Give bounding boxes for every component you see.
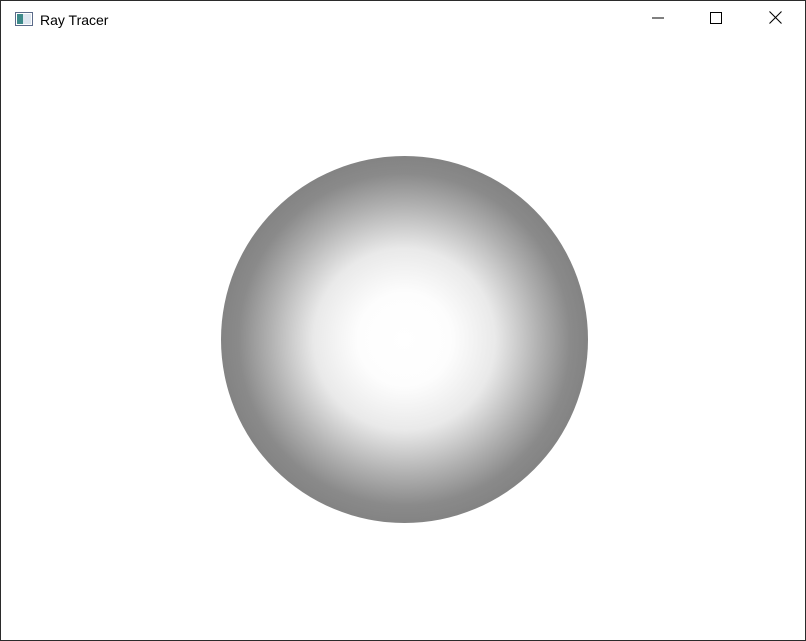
app-icon xyxy=(15,12,33,26)
render-canvas xyxy=(1,39,805,640)
maximize-button[interactable] xyxy=(687,1,745,39)
minimize-button[interactable] xyxy=(629,1,687,39)
close-icon xyxy=(768,11,782,29)
window-title: Ray Tracer xyxy=(40,12,109,28)
minimize-icon xyxy=(652,11,664,29)
close-button[interactable] xyxy=(746,1,804,39)
maximize-icon xyxy=(710,11,722,29)
title-bar[interactable]: Ray Tracer xyxy=(1,1,805,39)
ray-tracer-window: Ray Tracer xyxy=(0,0,806,641)
rendered-sphere xyxy=(221,156,588,523)
